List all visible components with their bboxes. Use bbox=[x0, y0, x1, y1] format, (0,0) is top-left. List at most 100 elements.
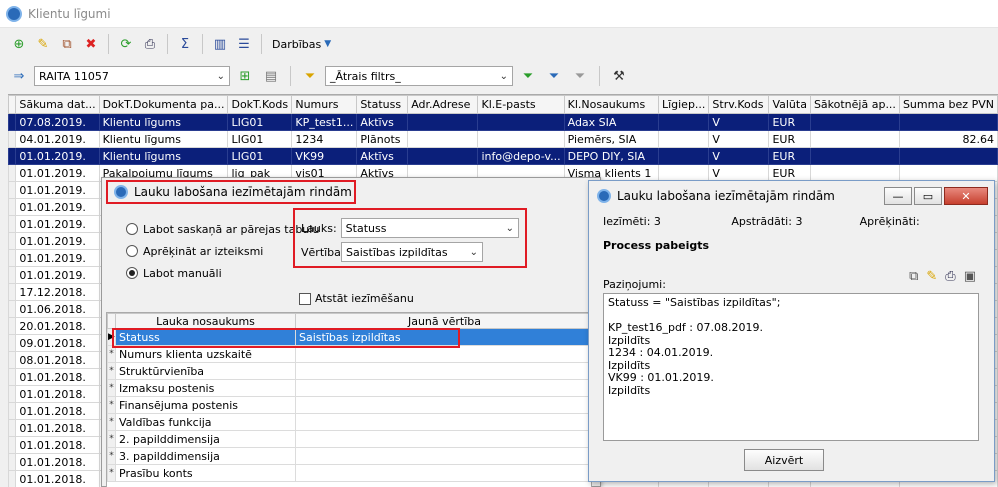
row-indicator[interactable] bbox=[8, 368, 17, 386]
clear-filter-icon[interactable]: ⏷ bbox=[569, 65, 591, 87]
row-indicator[interactable] bbox=[8, 113, 17, 131]
filter-edit-icon[interactable]: ⏷ bbox=[543, 65, 565, 87]
list-item[interactable]: * Valdības funkcija bbox=[107, 413, 591, 431]
keep-selection-checkbox[interactable]: Atstāt iezīmēšanu bbox=[299, 292, 414, 305]
row-indicator[interactable] bbox=[8, 164, 17, 182]
new-value-cell[interactable] bbox=[295, 413, 591, 431]
close-dialog-button[interactable]: Aizvērt bbox=[744, 449, 824, 471]
list-item[interactable]: * Numurs klienta uzskaitē bbox=[107, 345, 591, 363]
row-indicator[interactable] bbox=[8, 215, 17, 233]
row-indicator[interactable] bbox=[8, 436, 17, 454]
refresh-icon[interactable]: ⟳ bbox=[115, 33, 137, 55]
row-indicator[interactable] bbox=[8, 283, 17, 301]
maximize-button[interactable]: ▭ bbox=[914, 187, 942, 205]
row-indicator[interactable] bbox=[8, 470, 17, 487]
close-button[interactable]: ✕ bbox=[944, 187, 988, 205]
list-item[interactable]: * 2. papilddimensija bbox=[107, 430, 591, 448]
copy-icon[interactable]: ⧉ bbox=[56, 33, 78, 55]
table-row[interactable]: 01.01.2019. Klientu līgums LIG01 VK99 Aktīvs… bbox=[8, 147, 998, 165]
print-icon[interactable]: ⎙ bbox=[139, 33, 161, 55]
radio-expression[interactable]: Aprēķināt ar izteiksmi bbox=[126, 240, 319, 262]
list-item[interactable]: * 3. papilddimensija bbox=[107, 447, 591, 465]
row-indicator[interactable] bbox=[8, 249, 17, 267]
new-value-cell[interactable]: Saistības izpildītas bbox=[295, 328, 591, 346]
table-row[interactable]: 07.08.2019. Klientu līgums LIG01 KP_test1..… bbox=[8, 113, 998, 131]
row-indicator[interactable] bbox=[8, 453, 17, 471]
row-indicator[interactable] bbox=[8, 232, 17, 250]
row-indicator[interactable] bbox=[8, 402, 17, 420]
filter-icon[interactable]: ⏷ bbox=[299, 65, 321, 87]
row-indicator[interactable]: * bbox=[107, 362, 116, 380]
minimize-button[interactable]: — bbox=[884, 187, 912, 205]
column-header[interactable]: Valūta bbox=[768, 95, 811, 114]
row-indicator[interactable] bbox=[8, 130, 17, 148]
copy-icon[interactable]: ⧉ bbox=[909, 269, 918, 284]
tree-icon[interactable]: ☰ bbox=[233, 33, 255, 55]
print-icon[interactable]: ⎙ bbox=[945, 269, 955, 284]
radio-transition-table[interactable]: Labot saskaņā ar pārejas tabulu bbox=[126, 218, 319, 240]
row-indicator[interactable]: * bbox=[107, 464, 116, 482]
actions-menu[interactable]: Darbības ▼ bbox=[268, 38, 335, 51]
export-icon[interactable]: ⇒ bbox=[8, 65, 30, 87]
row-indicator[interactable]: * bbox=[107, 396, 116, 414]
quick-filter-select[interactable]: _Ātrais filtrs_ ⌄ bbox=[325, 66, 513, 86]
row-indicator[interactable]: * bbox=[107, 379, 116, 397]
new-value-cell[interactable] bbox=[295, 396, 591, 414]
column-header[interactable]: Līgiep... bbox=[657, 95, 710, 114]
row-indicator[interactable] bbox=[8, 198, 17, 216]
new-value-cell[interactable] bbox=[295, 430, 591, 448]
new-value-cell[interactable] bbox=[295, 447, 591, 465]
column-header[interactable]: Strv.Kods bbox=[708, 95, 770, 114]
new-value-cell[interactable] bbox=[295, 464, 591, 482]
new-value-cell[interactable] bbox=[295, 379, 591, 397]
tools-icon[interactable]: ⚒ bbox=[608, 65, 630, 87]
list-item[interactable]: ▶ Statuss Saistības izpildītas bbox=[107, 328, 591, 346]
list-item[interactable]: * Izmaksu postenis bbox=[107, 379, 591, 397]
row-indicator[interactable]: * bbox=[107, 447, 116, 465]
radio-manual[interactable]: Labot manuāli bbox=[126, 262, 319, 284]
list-item[interactable]: * Struktūrvienība bbox=[107, 362, 591, 380]
column-header[interactable]: Sākuma dat... bbox=[15, 95, 100, 114]
row-indicator[interactable]: * bbox=[107, 345, 116, 363]
row-indicator[interactable]: * bbox=[107, 413, 116, 431]
row-indicator[interactable] bbox=[8, 317, 17, 335]
row-indicator[interactable] bbox=[8, 419, 17, 437]
columns-icon[interactable]: ▥ bbox=[209, 33, 231, 55]
edit-icon[interactable]: ✎ bbox=[926, 269, 937, 284]
column-header[interactable]: DokT.Dokumenta pa... bbox=[98, 95, 229, 114]
view-list-icon[interactable]: ▤ bbox=[260, 65, 282, 87]
edit-icon[interactable]: ✎ bbox=[32, 33, 54, 55]
row-indicator[interactable] bbox=[8, 351, 17, 369]
add-view-icon[interactable]: ⊞ bbox=[234, 65, 256, 87]
row-indicator[interactable] bbox=[8, 181, 17, 199]
value-select[interactable]: Saistības izpildītas ⌄ bbox=[341, 242, 483, 262]
table-row[interactable]: 04.01.2019. Klientu līgums LIG01 1234 Plānot… bbox=[8, 130, 998, 148]
column-header[interactable]: Kl.E-pasts bbox=[477, 95, 565, 114]
new-icon[interactable]: ⊕ bbox=[8, 33, 30, 55]
delete-icon[interactable]: ✖ bbox=[80, 33, 102, 55]
row-indicator[interactable]: ▶ bbox=[107, 328, 116, 346]
column-header[interactable]: Sākotnējā ap... bbox=[809, 95, 900, 114]
column-header[interactable]: Kl.Nosaukums bbox=[563, 95, 659, 114]
row-indicator[interactable] bbox=[8, 385, 17, 403]
list-item[interactable]: * Prasību konts bbox=[107, 464, 591, 482]
row-indicator[interactable]: * bbox=[107, 430, 116, 448]
column-header[interactable]: Summa bez PVN bbox=[898, 95, 998, 114]
messages-textarea[interactable]: Statuss = "Saistības izpildītas"; KP_tes… bbox=[603, 293, 979, 441]
row-indicator[interactable] bbox=[8, 334, 17, 352]
save-icon[interactable]: ▣ bbox=[964, 269, 976, 284]
new-value-cell[interactable] bbox=[295, 362, 591, 380]
sum-icon[interactable]: Σ bbox=[174, 33, 196, 55]
column-header[interactable]: Adr.Adrese bbox=[407, 95, 479, 114]
row-indicator[interactable] bbox=[8, 266, 17, 284]
row-indicator[interactable] bbox=[8, 300, 17, 318]
new-value-cell[interactable] bbox=[295, 345, 591, 363]
column-header[interactable]: Numurs bbox=[291, 95, 358, 114]
column-header[interactable]: Statuss bbox=[356, 95, 409, 114]
column-header[interactable]: DokT.Kods bbox=[227, 95, 293, 114]
add-filter-icon[interactable]: ⏷ bbox=[517, 65, 539, 87]
list-item[interactable]: * Finansējuma postenis bbox=[107, 396, 591, 414]
field-select[interactable]: Statuss ⌄ bbox=[340, 218, 519, 238]
view-select[interactable]: RAITA 11057 ⌄ bbox=[34, 66, 230, 86]
row-indicator[interactable] bbox=[8, 147, 17, 165]
